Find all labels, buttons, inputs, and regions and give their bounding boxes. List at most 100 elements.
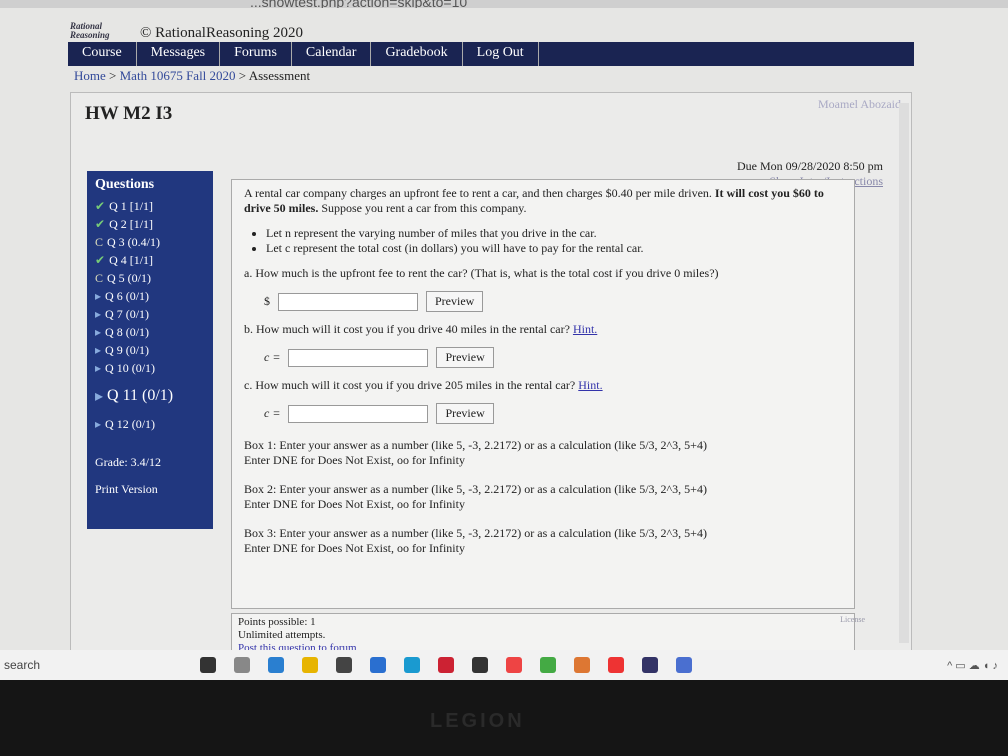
arrow-icon: ▸ (95, 324, 102, 339)
arrow-icon: ▸ (95, 416, 102, 431)
check-icon: ✔ (95, 252, 106, 267)
question-label: Q 1 [1/1] (109, 198, 154, 213)
partial-icon: C (95, 234, 104, 249)
question-label: Q 7 (0/1) (105, 306, 150, 321)
taskbar-app-icon[interactable] (540, 657, 556, 673)
taskbar-app-icon[interactable] (608, 657, 624, 673)
taskbar-app-icon[interactable] (472, 657, 488, 673)
c-label: c = (264, 350, 281, 364)
print-version-link[interactable]: Print Version (95, 482, 205, 497)
page-title: HW M2 I3 (85, 103, 173, 124)
taskbar-app-icon[interactable] (574, 657, 590, 673)
sep: > (109, 68, 117, 83)
taskbar-app-icon[interactable] (302, 657, 318, 673)
sidebar-question-5[interactable]: CQ 5 (0/1) (95, 269, 205, 287)
scrollbar[interactable] (899, 103, 909, 643)
sidebar-question-3[interactable]: CQ 3 (0.4/1) (95, 233, 205, 251)
answer-a-input[interactable] (278, 292, 418, 311)
preview-a-button[interactable]: Preview (426, 291, 484, 312)
taskbar-app-icon[interactable] (642, 657, 658, 673)
sidebar-heading: Questions (95, 177, 155, 192)
sidebar-question-7[interactable]: ▸ Q 7 (0/1) (95, 305, 205, 323)
sidebar-question-2[interactable]: ✔ Q 2 [1/1] (95, 215, 205, 233)
breadcrumb: Home > Math 10675 Fall 2020 > Assessment (74, 68, 310, 84)
question-label: Q 5 (0/1) (107, 270, 152, 285)
preview-c-button[interactable]: Preview (436, 403, 494, 424)
due-date: Due Mon 09/28/2020 8:50 pm (737, 159, 883, 173)
nav-forums[interactable]: Forums (220, 42, 292, 66)
taskbar-app-icon[interactable] (336, 657, 352, 673)
question-label: Q 3 (0.4/1) (107, 234, 161, 249)
sidebar-question-10[interactable]: ▸ Q 10 (0/1) (95, 359, 205, 377)
sidebar-question-9[interactable]: ▸ Q 9 (0/1) (95, 341, 205, 359)
grade: Grade: 3.4/12 (95, 455, 161, 469)
points-possible: Points possible: 1 (238, 616, 316, 628)
taskbar-search[interactable]: search (0, 658, 190, 672)
box-3-help: Box 3: Enter your answer as a number (li… (244, 526, 707, 555)
partial-icon: C (95, 270, 104, 285)
taskbar-app-icon[interactable] (676, 657, 692, 673)
sep: > (238, 68, 247, 83)
taskbar-app-icon[interactable] (200, 657, 216, 673)
question-label: Q 9 (0/1) (105, 342, 150, 357)
nav-logout[interactable]: Log Out (463, 42, 539, 66)
sidebar-question-6[interactable]: ▸ Q 6 (0/1) (95, 287, 205, 305)
taskbar-app-icon[interactable] (268, 657, 284, 673)
breadcrumb-course[interactable]: Math 10675 Fall 2020 (120, 68, 236, 83)
question-text: A rental car company charges an upfront … (244, 186, 824, 215)
part-c: c. How much will it cost you if you driv… (244, 378, 603, 392)
taskbar: search ^ ▭ ☁ ◖ ♪ (0, 650, 1008, 680)
sidebar-question-8[interactable]: ▸ Q 8 (0/1) (95, 323, 205, 341)
box-2-help: Box 2: Enter your answer as a number (li… (244, 482, 707, 511)
monitor-bezel: LEGION (0, 680, 1008, 756)
check-icon: ✔ (95, 198, 106, 213)
preview-b-button[interactable]: Preview (436, 347, 494, 368)
check-icon: ✔ (95, 216, 106, 231)
nav-calendar[interactable]: Calendar (292, 42, 372, 66)
question-label: Q 8 (0/1) (105, 324, 150, 339)
question-label: Q 2 [1/1] (109, 216, 154, 231)
arrow-icon: ▸ (95, 388, 104, 405)
sidebar-question-12[interactable]: ▸ Q 12 (0/1) (95, 415, 205, 433)
sidebar-question-11[interactable]: ▸ Q 11 (0/1) (95, 377, 205, 415)
taskbar-app-icon[interactable] (404, 657, 420, 673)
breadcrumb-current: Assessment (248, 68, 311, 83)
question-label: Q 10 (0/1) (105, 360, 156, 375)
copyright: © RationalReasoning 2020 (140, 24, 304, 41)
nav-course[interactable]: Course (68, 42, 137, 66)
main-nav: Course Messages Forums Calendar Gradeboo… (68, 42, 914, 66)
content-area: Moamel Abozaid HW M2 I3 Due Mon 09/28/20… (70, 92, 912, 654)
answer-c-input[interactable] (288, 404, 429, 423)
taskbar-app-icon[interactable] (506, 657, 522, 673)
part-b: b. How much will it cost you if you driv… (244, 322, 598, 336)
question-label: Q 11 (0/1) (107, 387, 174, 404)
sidebar-question-1[interactable]: ✔ Q 1 [1/1] (95, 197, 205, 215)
taskbar-app-icon[interactable] (438, 657, 454, 673)
arrow-icon: ▸ (95, 288, 102, 303)
site-header: Rational Reasoning © RationalReasoning 20… (70, 22, 303, 44)
dollar-label: $ (264, 294, 270, 308)
question-label: Q 6 (0/1) (105, 288, 150, 303)
hint-b-link[interactable]: Hint. (573, 322, 597, 336)
box-1-help: Box 1: Enter your answer as a number (li… (244, 438, 707, 467)
part-a: a. How much is the upfront fee to rent t… (244, 266, 719, 280)
taskbar-app-icon[interactable] (370, 657, 386, 673)
nav-gradebook[interactable]: Gradebook (371, 42, 463, 66)
nav-messages[interactable]: Messages (137, 42, 221, 66)
attempts: Unlimited attempts. (238, 629, 326, 641)
license-link[interactable]: License (840, 615, 865, 624)
c-label: c = (264, 406, 281, 420)
breadcrumb-home[interactable]: Home (74, 68, 106, 83)
hint-c-link[interactable]: Hint. (578, 378, 602, 392)
user-name[interactable]: Moamel Abozaid (818, 97, 901, 112)
taskbar-app-icon[interactable] (234, 657, 250, 673)
bullet-n: Let n represent the varying number of mi… (266, 226, 842, 241)
question-label: Q 12 (0/1) (105, 416, 156, 431)
logo: Rational Reasoning (70, 21, 110, 40)
brand-logo: LEGION (430, 710, 525, 732)
sidebar-question-4[interactable]: ✔ Q 4 [1/1] (95, 251, 205, 269)
system-tray[interactable]: ^ ▭ ☁ ◖ ♪ (947, 659, 998, 672)
arrow-icon: ▸ (95, 360, 102, 375)
answer-b-input[interactable] (288, 348, 429, 367)
questions-sidebar: Questions ✔ Q 1 [1/1] ✔ Q 2 [1/1] C Q 3 (0.4/… (87, 171, 213, 529)
